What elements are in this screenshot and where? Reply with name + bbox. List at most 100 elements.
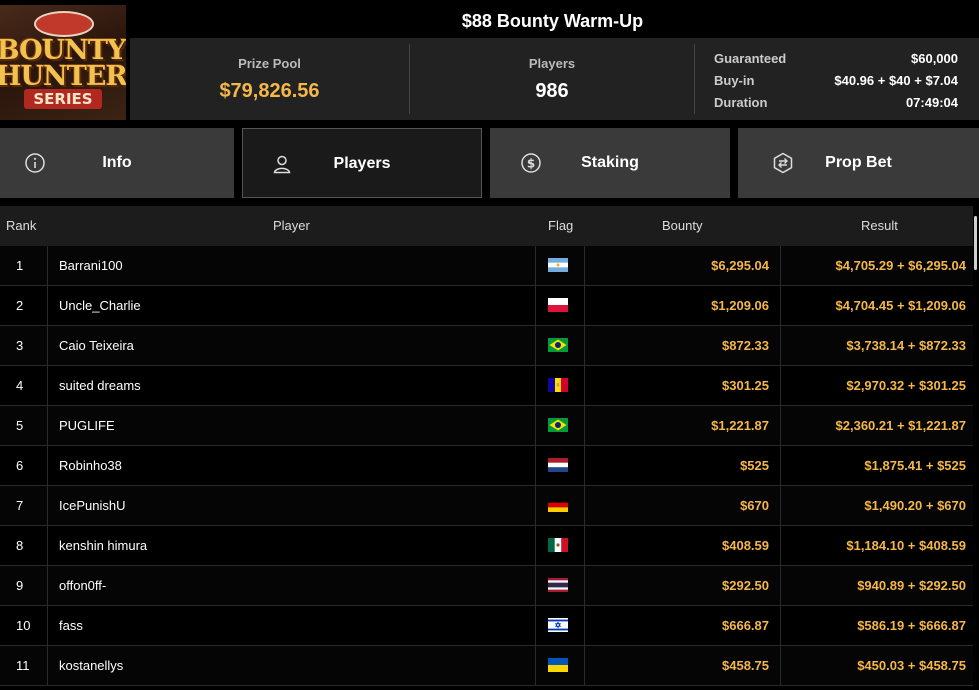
row-rank: 6 bbox=[16, 458, 24, 473]
bounty-hunters-logo: BOUNTY HUNTERS SERIES bbox=[0, 5, 126, 120]
guaranteed-row: Guaranteed $60,000 bbox=[714, 48, 958, 70]
row-bounty: $292.50 bbox=[722, 578, 769, 593]
row-flag-argentina-icon bbox=[535, 246, 585, 285]
row-bounty: $525 bbox=[740, 458, 769, 473]
table-row[interactable]: 3 Caio Teixeira $872.33 $3,738.14 + $872… bbox=[0, 326, 973, 366]
header-flag[interactable]: Flag bbox=[548, 206, 573, 246]
table-body: 1 Barrani100 $6,295.04 $4,705.29 + $6,29… bbox=[0, 246, 973, 686]
row-bounty: $458.75 bbox=[722, 658, 769, 673]
tab-info[interactable]: Info bbox=[0, 128, 234, 198]
players-table: Rank Player Flag Bounty Result 1 Barrani… bbox=[0, 206, 973, 686]
logo-line-3: SERIES bbox=[24, 89, 102, 109]
row-player-name[interactable]: kenshin himura bbox=[47, 526, 534, 565]
header-player[interactable]: Player bbox=[273, 206, 310, 246]
row-player-name[interactable]: fass bbox=[47, 606, 534, 645]
table-header: Rank Player Flag Bounty Result bbox=[0, 206, 973, 246]
row-bounty: $301.25 bbox=[722, 378, 769, 393]
table-row[interactable]: 11 kostanellys $458.75 $450.03 + $458.75 bbox=[0, 646, 973, 686]
table-row[interactable]: 9 offon0ff- $292.50 $940.89 + $292.50 bbox=[0, 566, 973, 606]
table-row[interactable]: 8 kenshin himura $408.59 $1,184.10 + $40… bbox=[0, 526, 973, 566]
row-player-name[interactable]: Uncle_Charlie bbox=[47, 286, 534, 325]
players-stat: Players 986 bbox=[410, 38, 694, 120]
row-rank: 8 bbox=[16, 538, 24, 553]
row-flag-brazil-icon bbox=[535, 406, 585, 445]
tab-bar: Info Players $ Staking Prop Bet bbox=[0, 128, 979, 198]
table-row[interactable]: 1 Barrani100 $6,295.04 $4,705.29 + $6,29… bbox=[0, 246, 973, 286]
row-result: $3,738.14 + $872.33 bbox=[846, 338, 966, 353]
header-rank[interactable]: Rank bbox=[6, 206, 36, 246]
row-flag-poland-icon bbox=[535, 286, 585, 325]
stats-bar: Prize Pool $79,826.56 Players 986 Guaran… bbox=[130, 38, 979, 120]
row-result: $4,704.45 + $1,209.06 bbox=[835, 298, 966, 313]
row-rank: 11 bbox=[16, 658, 30, 673]
tournament-header: BOUNTY HUNTERS SERIES $88 Bounty Warm-Up… bbox=[0, 0, 979, 120]
guaranteed-value: $60,000 bbox=[911, 51, 958, 66]
scrollbar-thumb[interactable] bbox=[974, 216, 977, 270]
table-row[interactable]: 5 PUGLIFE $1,221.87 $2,360.21 + $1,221.8… bbox=[0, 406, 973, 446]
duration-value: 07:49:04 bbox=[905, 95, 958, 110]
row-rank: 1 bbox=[16, 258, 24, 273]
table-row[interactable]: 7 IcePunishU $670 $1,490.20 + $670 bbox=[0, 486, 973, 526]
row-result: $4,705.29 + $6,295.04 bbox=[835, 258, 966, 273]
players-value: 986 bbox=[535, 80, 569, 102]
poker-chip-icon bbox=[34, 11, 94, 37]
table-scrollbar[interactable] bbox=[973, 216, 979, 690]
tab-staking[interactable]: $ Staking bbox=[490, 128, 730, 198]
duration-row: Duration 07:49:04 bbox=[714, 92, 958, 114]
row-bounty: $872.33 bbox=[722, 338, 769, 353]
tab-info-label: Info bbox=[102, 154, 132, 171]
tab-prop-bet-label: Prop Bet bbox=[825, 154, 892, 171]
row-bounty: $1,221.87 bbox=[711, 418, 769, 433]
tournament-title: $88 Bounty Warm-Up bbox=[126, 5, 979, 38]
row-flag-andorra-icon bbox=[535, 366, 585, 405]
prize-pool-stat: Prize Pool $79,826.56 bbox=[130, 38, 409, 120]
buyin-label: Buy-in bbox=[714, 73, 755, 88]
row-result: $940.89 + $292.50 bbox=[857, 578, 966, 593]
tab-players-label: Players bbox=[333, 155, 391, 172]
row-result: $450.03 + $458.75 bbox=[857, 658, 966, 673]
tab-players[interactable]: Players bbox=[242, 128, 482, 198]
row-player-name[interactable]: IcePunishU bbox=[47, 486, 534, 525]
row-flag-netherlands-icon bbox=[535, 446, 585, 485]
row-player-name[interactable]: Robinho38 bbox=[47, 446, 534, 485]
row-result: $586.19 + $666.87 bbox=[857, 618, 966, 633]
row-rank: 10 bbox=[16, 618, 31, 633]
row-flag-brazil-icon bbox=[535, 326, 585, 365]
row-player-name[interactable]: Barrani100 bbox=[47, 246, 534, 285]
table-row[interactable]: 4 suited dreams $301.25 $2,970.32 + $301… bbox=[0, 366, 973, 406]
tab-prop-bet[interactable]: Prop Bet bbox=[738, 128, 979, 198]
header-bounty[interactable]: Bounty bbox=[662, 206, 702, 246]
row-bounty: $666.87 bbox=[722, 618, 769, 633]
table-row[interactable]: 10 fass $666.87 $586.19 + $666.87 bbox=[0, 606, 973, 646]
row-rank: 2 bbox=[16, 298, 24, 313]
row-flag-mexico-icon bbox=[535, 526, 585, 565]
buyin-value: $40.96 + $40 + $7.04 bbox=[834, 73, 958, 88]
row-player-name[interactable]: offon0ff- bbox=[47, 566, 534, 605]
tournament-details: Guaranteed $60,000 Buy-in $40.96 + $40 +… bbox=[714, 48, 958, 114]
players-label: Players bbox=[528, 56, 576, 71]
row-bounty: $1,209.06 bbox=[711, 298, 769, 313]
row-rank: 4 bbox=[16, 378, 24, 393]
row-player-name[interactable]: Caio Teixeira bbox=[47, 326, 534, 365]
row-rank: 3 bbox=[16, 338, 24, 353]
row-result: $1,184.10 + $408.59 bbox=[846, 538, 966, 553]
row-flag-germany-icon bbox=[535, 486, 585, 525]
row-rank: 5 bbox=[16, 418, 24, 433]
row-flag-ukraine-icon bbox=[535, 646, 585, 685]
guaranteed-label: Guaranteed bbox=[714, 51, 787, 66]
table-row[interactable]: 2 Uncle_Charlie $1,209.06 $4,704.45 + $1… bbox=[0, 286, 973, 326]
row-flag-thailand-icon bbox=[535, 566, 585, 605]
row-result: $1,490.20 + $670 bbox=[864, 498, 966, 513]
header-result[interactable]: Result bbox=[861, 206, 898, 246]
row-player-name[interactable]: suited dreams bbox=[47, 366, 534, 405]
table-row[interactable]: 6 Robinho38 $525 $1,875.41 + $525 bbox=[0, 446, 973, 486]
tab-staking-label: Staking bbox=[581, 154, 639, 171]
row-player-name[interactable]: PUGLIFE bbox=[47, 406, 534, 445]
buyin-row: Buy-in $40.96 + $40 + $7.04 bbox=[714, 70, 958, 92]
row-player-name[interactable]: kostanellys bbox=[47, 646, 534, 685]
row-rank: 9 bbox=[16, 578, 24, 593]
row-bounty: $6,295.04 bbox=[711, 258, 769, 273]
stat-divider bbox=[694, 44, 695, 114]
row-bounty: $408.59 bbox=[722, 538, 769, 553]
logo-line-2: HUNTERS bbox=[0, 61, 126, 92]
